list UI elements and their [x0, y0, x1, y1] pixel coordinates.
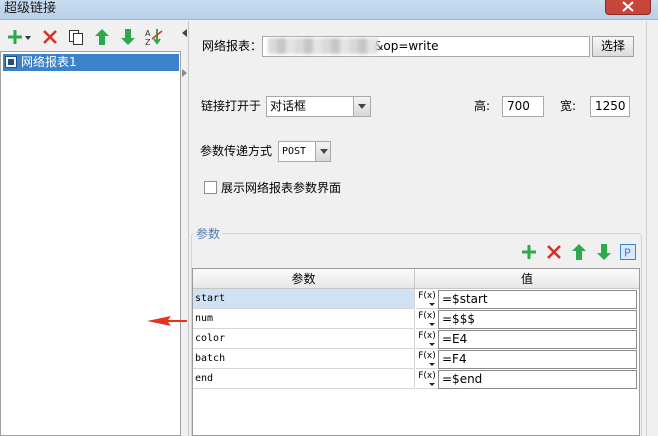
add-icon — [521, 244, 537, 260]
width-input[interactable]: 1250 — [590, 96, 630, 117]
delete-icon — [43, 30, 57, 44]
move-down-icon — [597, 244, 611, 260]
params-legend: 参数 — [194, 226, 222, 242]
move-up-button[interactable] — [92, 27, 112, 47]
open-in-select[interactable]: 对话框 — [266, 96, 371, 117]
show-params-label: 展示网络报表参数界面 — [221, 179, 341, 197]
param-value-input[interactable]: =$end — [438, 370, 637, 389]
height-input[interactable]: 700 — [502, 96, 544, 117]
param-settings-button[interactable]: P — [619, 243, 637, 261]
formula-button[interactable]: F(x) — [416, 349, 438, 369]
add-param-button[interactable] — [520, 243, 538, 261]
params-table: 参数 值 start F(x) =$start num F(x) =$$$ color F(x… — [192, 268, 640, 436]
report-icon — [5, 56, 17, 68]
tree-item-report[interactable]: 网络报表1 — [3, 54, 179, 71]
formula-button[interactable]: F(x) — [416, 369, 438, 389]
move-down-icon — [121, 29, 135, 45]
collapse-left-icon — [182, 29, 187, 37]
svg-text:Z: Z — [145, 38, 151, 46]
param-name-cell[interactable]: start — [193, 289, 415, 309]
formula-button[interactable]: F(x) — [416, 289, 438, 309]
show-params-checkbox[interactable] — [204, 181, 217, 194]
delete-button[interactable] — [40, 27, 60, 47]
formula-button[interactable]: F(x) — [416, 309, 438, 329]
move-param-down-button[interactable] — [595, 243, 613, 261]
param-name-cell[interactable]: color — [193, 329, 415, 349]
chevron-down-icon — [315, 142, 330, 161]
open-in-value: 对话框 — [270, 99, 306, 113]
svg-text:P: P — [624, 247, 631, 260]
url-redaction — [268, 38, 378, 54]
svg-text:A: A — [145, 29, 151, 38]
chevron-down-icon — [353, 97, 370, 116]
height-label: 高: — [474, 97, 490, 115]
param-value-input[interactable]: =E4 — [438, 330, 637, 349]
transfer-label: 参数传递方式 — [200, 142, 272, 160]
report-label: 网络报表： — [202, 37, 262, 55]
report-url-text: &op=write — [374, 37, 439, 56]
header-param: 参数 — [193, 269, 415, 289]
left-toolbar: A Z — [0, 21, 181, 51]
param-value-input[interactable]: =$$$ — [438, 310, 637, 329]
copy-button[interactable] — [66, 27, 86, 47]
param-name-cell[interactable]: batch — [193, 349, 415, 369]
window-title: 超级链接 — [4, 0, 56, 18]
width-label: 宽: — [560, 97, 576, 115]
sort-button[interactable]: A Z — [144, 27, 164, 47]
p-icon: P — [620, 244, 636, 260]
formula-button[interactable]: F(x) — [416, 329, 438, 349]
annotation-arrow-icon — [147, 313, 187, 329]
header-value: 值 — [415, 269, 639, 289]
move-param-up-button[interactable] — [570, 243, 588, 261]
transfer-value: POST — [282, 146, 306, 157]
sort-az-icon: A Z — [145, 28, 163, 46]
expand-right-icon — [182, 69, 187, 77]
copy-icon — [68, 29, 84, 45]
tree-item-label: 网络报表1 — [21, 54, 77, 71]
select-report-button[interactable]: 选择 — [592, 36, 634, 57]
param-name-cell[interactable]: end — [193, 369, 415, 389]
param-name-cell[interactable]: num — [193, 309, 415, 329]
move-down-button[interactable] — [118, 27, 138, 47]
param-value-input[interactable]: =$start — [438, 290, 637, 309]
open-in-label: 链接打开于 — [201, 97, 261, 115]
add-dropdown-icon — [8, 29, 34, 45]
scrollbar[interactable] — [646, 21, 658, 436]
close-icon — [622, 1, 634, 12]
add-dropdown-button[interactable] — [8, 27, 34, 47]
panel-splitter[interactable] — [181, 21, 188, 436]
delete-param-button[interactable] — [545, 243, 563, 261]
close-window-button[interactable] — [605, 0, 651, 15]
move-up-icon — [572, 244, 586, 260]
title-bar: 超级链接 — [0, 0, 658, 20]
delete-icon — [547, 245, 561, 259]
param-value-input[interactable]: =F4 — [438, 350, 637, 369]
transfer-select[interactable]: POST — [278, 141, 331, 162]
report-tree: 网络报表1 — [0, 51, 181, 436]
move-up-icon — [95, 29, 109, 45]
